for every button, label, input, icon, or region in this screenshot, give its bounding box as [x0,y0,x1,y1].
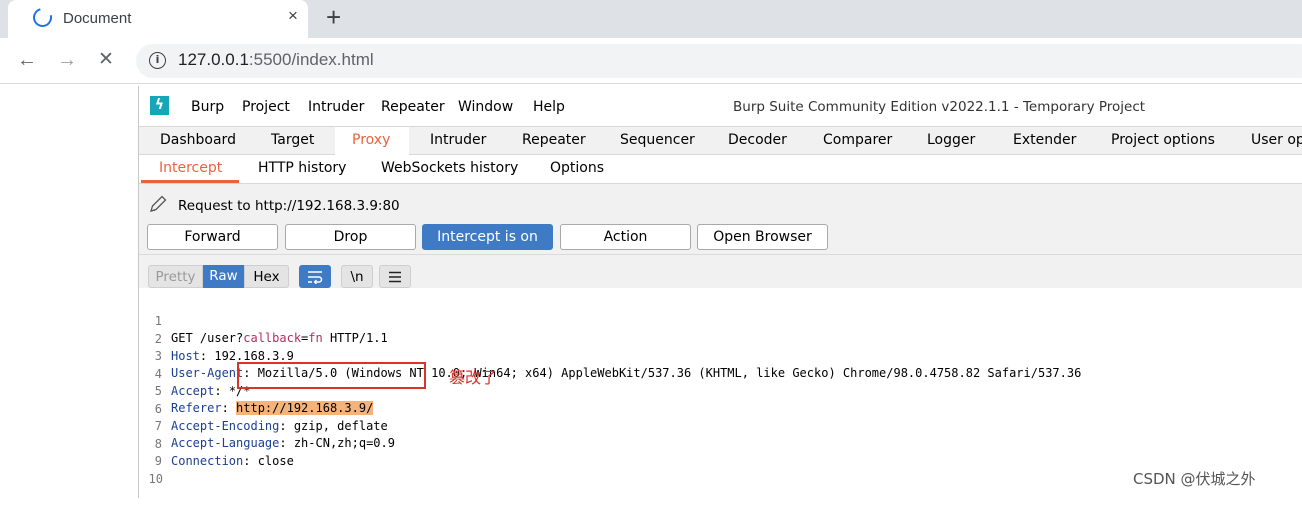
menu-repeater[interactable]: Repeater [381,99,445,115]
header-value: 192.168.3.9 [207,348,294,363]
header-value: close [250,453,294,468]
menu-window[interactable]: Window [458,99,513,115]
show-newlines-button[interactable]: \n [341,265,373,288]
header-line: 7 Accept-Language: zh-CN,zh;q=0.9 [139,401,395,450]
main-tabs: Dashboard Target Proxy Intruder Repeater… [139,126,1302,155]
header-key: Accept-Language [171,436,280,450]
param-name: callback [243,331,302,345]
pencil-icon [150,195,167,212]
tab-sequencer[interactable]: Sequencer [620,132,695,148]
back-arrow-icon[interactable]: ← [17,49,37,71]
forward-button[interactable]: Forward [147,224,278,250]
wrap-glyph [308,271,323,285]
menu-burp[interactable]: Burp [191,99,224,115]
subtab-intercept[interactable]: Intercept [159,160,222,176]
header-line: 3 User-Agent: Mozilla/5.0 (Windows NT 10… [139,331,1082,380]
tab-target[interactable]: Target [271,132,314,148]
editor-menu-icon[interactable] [379,265,411,288]
line-content: Referer: http://192.168.3.9/ [171,401,374,415]
url-path: :5500/index.html [248,50,374,69]
tab-close-icon[interactable]: × [288,6,298,26]
site-info-icon[interactable]: i [149,52,166,69]
annotation-text: 篡改了 [449,368,498,387]
active-subtab-underline [141,180,239,183]
view-pretty-button[interactable]: Pretty [148,265,203,288]
open-browser-button[interactable]: Open Browser [697,224,828,250]
highlight-box [237,362,426,389]
subtab-websockets-history[interactable]: WebSockets history [381,160,518,176]
tab-logger[interactable]: Logger [927,132,975,148]
forward-arrow-icon[interactable]: → [57,49,77,71]
header-value: gzip, deflate [286,418,388,433]
burp-window: ϟ Burp Project Intruder Repeater Window … [138,86,1302,498]
line-content: Accept-Encoding: gzip, deflate [171,418,388,433]
word-wrap-icon[interactable] [299,265,331,288]
address-bar[interactable]: i 127.0.0.1:5500/index.html [136,44,1302,78]
menu-project[interactable]: Project [242,99,290,115]
tab-proxy[interactable]: Proxy [352,132,390,148]
tab-intruder[interactable]: Intruder [430,132,486,148]
menu-intruder[interactable]: Intruder [308,99,364,115]
action-button[interactable]: Action [560,224,691,250]
empty-line: 10 [139,454,182,486]
subtab-http-history[interactable]: HTTP history [258,160,346,176]
tab-dashboard[interactable]: Dashboard [160,132,236,148]
new-tab-icon[interactable]: + [326,2,341,32]
header-line: 6 Accept-Encoding: gzip, deflate [139,384,388,433]
burp-menubar: ϟ Burp Project Intruder Repeater Window … [139,86,1302,126]
request-line: 1 GET /user?callback=fn HTTP/1.1 [139,296,388,345]
window-title: Burp Suite Community Edition v2022.1.1 -… [733,99,1146,115]
editor-toolbar: Pretty Raw Hex \n [139,254,1302,288]
referer-value-highlighted: http://192.168.3.9/ [236,401,374,415]
tab-user-options[interactable]: User opt [1251,132,1302,148]
header-line: 8 Connection: close [139,419,294,468]
watermark: CSDN @伏城之外 [1133,470,1256,488]
address-url[interactable]: 127.0.0.1:5500/index.html [178,50,374,70]
param-value: fn [308,331,323,345]
intercept-panel: Request to http://192.168.3.9:80 Forward… [139,184,1302,254]
header-line: 5 Referer: http://192.168.3.9/ [139,366,374,415]
tab-title: Document [63,10,132,27]
empty-line: 9 [139,436,182,468]
proxy-sub-tabs: Intercept HTTP history WebSockets histor… [139,155,1302,184]
header-key: Accept-Encoding [171,418,280,433]
tab-repeater[interactable]: Repeater [522,132,586,148]
header-line: 4 Accept: */* [139,349,251,398]
line-content: Connection: close [171,453,294,468]
tab-project-options[interactable]: Project options [1111,132,1215,148]
line-content: GET /user?callback=fn HTTP/1.1 [171,330,388,347]
browser-tab[interactable]: Document × [8,0,308,38]
request-protocol: HTTP/1.1 [322,331,388,345]
header-line: 2 Host: 192.168.3.9 [139,314,294,363]
tab-extender[interactable]: Extender [1013,132,1076,148]
loading-spinner-icon [29,4,56,31]
hamburger-glyph [389,271,401,283]
line-content: Accept-Language: zh-CN,zh;q=0.9 [171,436,395,450]
view-hex-button[interactable]: Hex [244,265,289,288]
burp-logo-icon: ϟ [150,96,169,115]
view-raw-button[interactable]: Raw [203,265,244,288]
header-value: zh-CN,zh;q=0.9 [286,436,395,450]
menu-help[interactable]: Help [533,99,565,115]
subtab-options[interactable]: Options [550,160,604,176]
line-number: 10 [148,471,163,486]
url-host: 127.0.0.1 [178,50,249,69]
intercept-toggle-button[interactable]: Intercept is on [422,224,553,250]
browser-toolbar: ← → ✕ i 127.0.0.1:5500/index.html [0,38,1302,84]
browser-tabstrip: Document × + [0,0,1302,38]
request-target-label: Request to http://192.168.3.9:80 [178,198,400,214]
tab-decoder[interactable]: Decoder [728,132,787,148]
stop-loading-icon[interactable]: ✕ [98,49,114,71]
tab-comparer[interactable]: Comparer [823,132,892,148]
drop-button[interactable]: Drop [285,224,416,250]
